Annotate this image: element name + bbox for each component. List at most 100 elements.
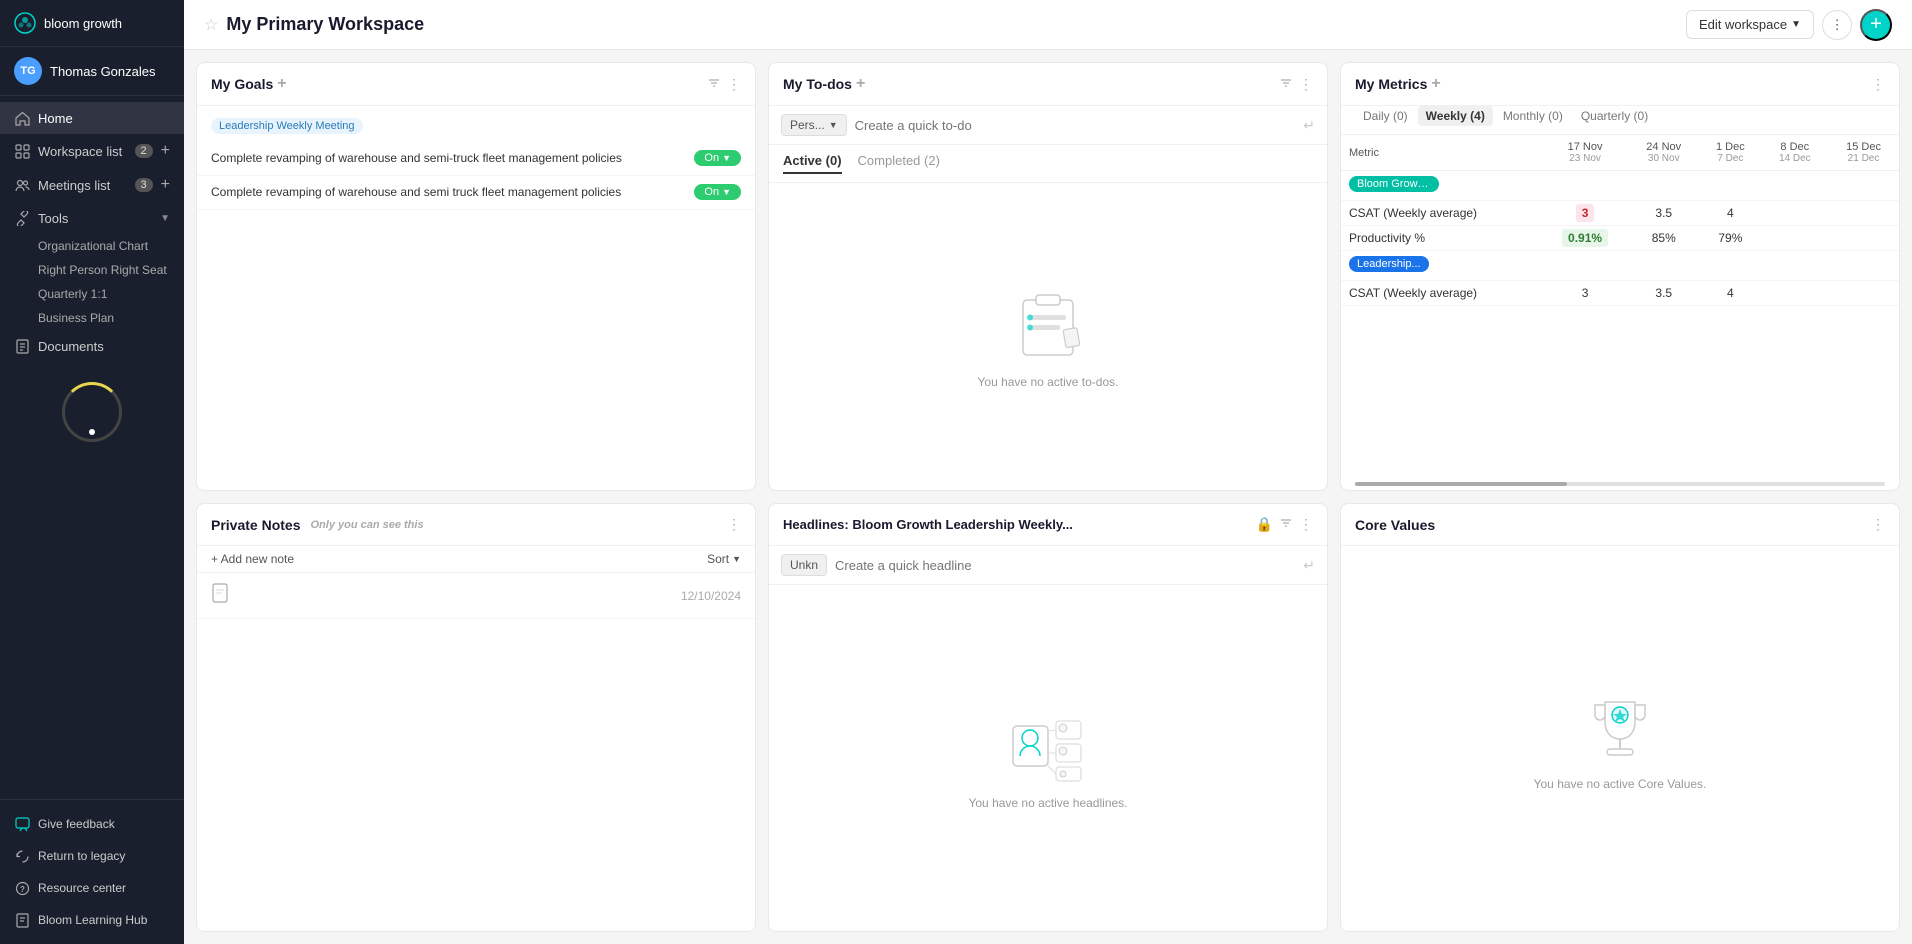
add-note-button[interactable]: + Add new note [211, 552, 294, 566]
goals-card-header: My Goals + ⋮ [197, 63, 755, 106]
metrics-tab-quarterly[interactable]: Quarterly (0) [1573, 106, 1656, 126]
todo-input-row: Pers... ▼ ↵ [769, 106, 1327, 145]
todos-card: My To-dos + ⋮ Pers... ▼ ↵ A [768, 62, 1328, 491]
metrics-card-header: My Metrics + ⋮ [1341, 63, 1899, 106]
todo-quick-input[interactable] [855, 118, 1296, 133]
csat2-val-15dec [1828, 281, 1899, 306]
more-options-button[interactable]: ⋮ [1822, 10, 1852, 40]
sidebar-logo: bloom growth [0, 0, 184, 47]
headline-enter-icon: ↵ [1303, 557, 1315, 574]
private-notes-title: Private Notes Only you can see this [211, 517, 727, 533]
leadership-chip: Leadership... [1349, 256, 1429, 272]
todos-add-button[interactable]: + [856, 75, 865, 93]
sidebar-item-meetings-list[interactable]: Meetings list 3 + [0, 168, 184, 202]
sidebar-item-documents[interactable]: Documents [0, 330, 184, 362]
dashboard: My Goals + ⋮ Leadership Weekly Meeting C… [184, 50, 1912, 944]
metrics-more-icon[interactable]: ⋮ [1871, 76, 1885, 93]
sidebar-item-meetings-label: Meetings list [38, 178, 127, 193]
meetings-list-add[interactable]: + [161, 176, 170, 194]
csat-val-24nov: 3.5 [1628, 201, 1699, 226]
goal-toggle-1[interactable]: On ▼ [694, 150, 741, 166]
headlines-illustration [998, 706, 1098, 786]
todo-tab-active[interactable]: Active (0) [783, 153, 842, 174]
private-notes-card: Private Notes Only you can see this ⋮ + … [196, 503, 756, 932]
sidebar-tools-header[interactable]: Tools ▼ [0, 202, 184, 234]
core-values-card-header: Core Values ⋮ [1341, 504, 1899, 546]
goal-toggle-chevron-2: ▼ [722, 187, 731, 197]
rotate-icon [14, 848, 30, 864]
todo-tab-completed[interactable]: Completed (2) [858, 153, 940, 174]
workspace-list-add[interactable]: + [161, 142, 170, 160]
headline-quick-input[interactable] [835, 558, 1295, 573]
feedback-icon [14, 816, 30, 832]
goals-meeting-tag: Leadership Weekly Meeting [211, 118, 363, 134]
headline-input-row: Unkn ↵ [769, 546, 1327, 585]
topbar: ☆ My Primary Workspace Edit workspace ▼ … [184, 0, 1912, 50]
sidebar-item-resource[interactable]: ? Resource center [0, 872, 184, 904]
sidebar-item-workspace-list[interactable]: Workspace list 2 + [0, 134, 184, 168]
csat2-val-8dec [1762, 281, 1828, 306]
goal-toggle-2[interactable]: On ▼ [694, 184, 741, 200]
page-title-area: ☆ My Primary Workspace [204, 14, 1676, 35]
sidebar-item-rprs[interactable]: Right Person Right Seat [38, 258, 184, 282]
goal-toggle-chevron-1: ▼ [722, 153, 731, 163]
goals-header-actions: ⋮ [707, 76, 741, 93]
todos-empty-state: You have no active to-dos. [769, 183, 1327, 490]
sidebar: bloom growth TG Thomas Gonzales Home Wor… [0, 0, 184, 944]
core-values-empty-state: You have no active Core Values. [1341, 546, 1899, 931]
sidebar-item-quarterly[interactable]: Quarterly 1:1 [38, 282, 184, 306]
favorite-icon[interactable]: ☆ [204, 15, 218, 35]
tools-sub-items: Organizational Chart Right Person Right … [0, 234, 184, 330]
add-widget-button[interactable]: + [1860, 9, 1892, 41]
todos-header-actions: ⋮ [1279, 76, 1313, 93]
metrics-tab-monthly[interactable]: Monthly (0) [1495, 106, 1571, 126]
core-values-more-icon[interactable]: ⋮ [1871, 516, 1885, 533]
metric-col-17nov: 17 Nov23 Nov [1542, 135, 1628, 171]
avatar: TG [14, 57, 42, 85]
topbar-actions: Edit workspace ▼ ⋮ + [1686, 9, 1892, 41]
csat-val-15dec [1828, 201, 1899, 226]
metric-row-productivity: Productivity % 0.91% 85% 79% [1341, 226, 1899, 251]
sort-notes-button[interactable]: Sort ▼ [707, 552, 741, 566]
sidebar-item-home[interactable]: Home [0, 102, 184, 134]
headlines-more-icon[interactable]: ⋮ [1299, 516, 1313, 533]
headlines-title: Headlines: Bloom Growth Leadership Weekl… [783, 517, 1256, 532]
metrics-header-actions: ⋮ [1871, 76, 1885, 93]
metrics-tab-daily[interactable]: Daily (0) [1355, 106, 1416, 126]
edit-workspace-button[interactable]: Edit workspace ▼ [1686, 10, 1814, 39]
tools-chevron: ▼ [160, 213, 170, 224]
metrics-tab-weekly[interactable]: Weekly (4) [1418, 106, 1493, 126]
book-icon [14, 912, 30, 928]
goal-row-1: Complete revamping of warehouse and semi… [197, 142, 755, 176]
headline-person-button[interactable]: Unkn [781, 554, 827, 576]
productivity-val-1dec: 79% [1699, 226, 1761, 251]
tools-icon [14, 210, 30, 226]
chevron-down-icon: ▼ [1791, 19, 1801, 30]
goals-card: My Goals + ⋮ Leadership Weekly Meeting C… [196, 62, 756, 491]
sidebar-item-learning[interactable]: Bloom Learning Hub [0, 904, 184, 936]
sidebar-item-legacy[interactable]: Return to legacy [0, 840, 184, 872]
private-notes-more-icon[interactable]: ⋮ [727, 516, 741, 533]
metric-row-csat-2: CSAT (Weekly average) 3 3.5 4 [1341, 281, 1899, 306]
resource-label: Resource center [38, 881, 170, 895]
core-values-empty-text: You have no active Core Values. [1534, 777, 1707, 791]
csat-val-17nov: 3 [1542, 201, 1628, 226]
todos-more-icon[interactable]: ⋮ [1299, 76, 1313, 93]
sidebar-item-org-chart[interactable]: Organizational Chart [38, 234, 184, 258]
people-icon [14, 177, 30, 193]
csat-val-8dec [1762, 201, 1828, 226]
todo-person-button[interactable]: Pers... ▼ [781, 114, 847, 136]
metric-group-bloom: Bloom Growth... [1341, 171, 1899, 201]
todos-filter-icon[interactable] [1279, 76, 1293, 93]
goals-filter-icon[interactable] [707, 76, 721, 93]
username: Thomas Gonzales [50, 64, 156, 79]
sidebar-bottom: Give feedback Return to legacy ? Resourc… [0, 799, 184, 944]
metrics-add-button[interactable]: + [1431, 75, 1440, 93]
sidebar-item-business-plan[interactable]: Business Plan [38, 306, 184, 330]
metric-col-15dec: 15 Dec21 Dec [1828, 135, 1899, 171]
goals-add-button[interactable]: + [277, 75, 286, 93]
goal-text-1: Complete revamping of warehouse and semi… [211, 150, 684, 167]
sidebar-item-feedback[interactable]: Give feedback [0, 808, 184, 840]
goals-more-icon[interactable]: ⋮ [727, 76, 741, 93]
headlines-filter-icon[interactable] [1279, 516, 1293, 533]
